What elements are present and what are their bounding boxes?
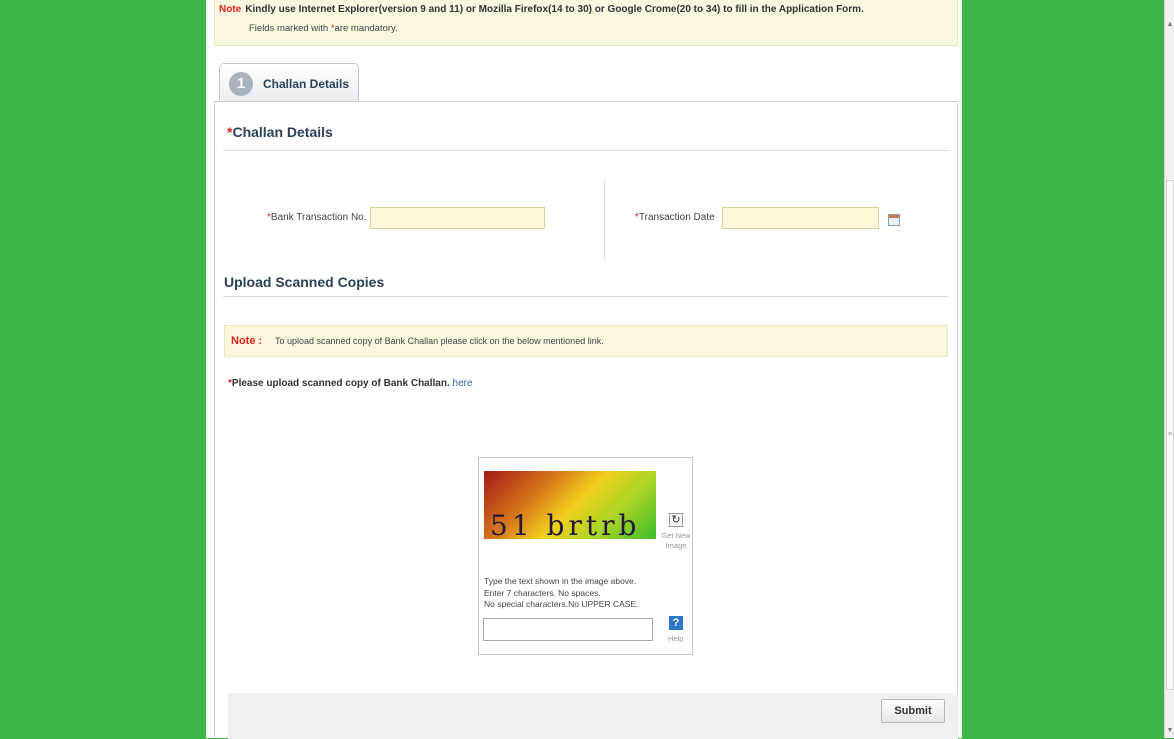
challan-section-title: *Challan Details [227, 124, 333, 140]
upload-note-label: Note : [231, 335, 263, 347]
upload-note-text: To upload scanned copy of Bank Challan p… [275, 336, 604, 346]
help-link[interactable]: Help [668, 634, 683, 643]
captcha-instruction-3: No special characters.No UPPER CASE. [484, 599, 639, 609]
help-icon[interactable]: ? [669, 616, 683, 630]
calendar-icon[interactable] [888, 214, 900, 226]
upload-note: Note : To upload scanned copy of Bank Ch… [224, 325, 948, 357]
captcha-instructions: Type the text shown in the image above. … [484, 576, 638, 611]
captcha-instruction-1: Type the text shown in the image above. [484, 576, 637, 586]
browser-note-text: Kindly use Internet Explorer(version 9 a… [245, 4, 864, 15]
mandatory-note-suffix: are mandatory. [334, 23, 398, 34]
upload-instruction-text: Please upload scanned copy of Bank Chall… [231, 378, 450, 389]
get-new-image-link[interactable]: Get New Image [660, 531, 692, 551]
challan-section-title-text: Challan Details [232, 124, 333, 140]
captcha-text: 51 brtrb [490, 509, 641, 542]
scroll-down-arrow-icon[interactable]: ▼ [1165, 726, 1174, 736]
refresh-icon[interactable]: ↻ [669, 513, 683, 527]
section-divider [223, 296, 949, 297]
tab-challan-details[interactable]: 1 Challan Details [219, 63, 359, 101]
browser-note: Note Kindly use Internet Explorer(version… [214, 0, 958, 46]
field-divider [604, 180, 605, 260]
form-panel: *Challan Details *Bank Transaction No. *… [214, 101, 958, 739]
upload-here-link[interactable]: here [453, 378, 473, 389]
transaction-date-label-text: Transaction Date [638, 212, 715, 223]
tab-step-number: 1 [229, 72, 253, 96]
captcha-input[interactable] [483, 618, 653, 641]
scroll-thumb[interactable]: ≡ [1166, 180, 1174, 690]
upload-instruction: *Please upload scanned copy of Bank Chal… [228, 378, 473, 389]
vertical-scrollbar[interactable]: ▲ ≡ ▼ [1164, 0, 1174, 738]
section-divider [223, 150, 949, 151]
submit-button[interactable]: Submit [881, 699, 945, 723]
scroll-up-arrow-icon[interactable]: ▲ [1165, 20, 1174, 30]
note-label: Note [219, 4, 242, 15]
upload-section-title: Upload Scanned Copies [224, 274, 385, 290]
mandatory-note: Fields marked with *are mandatory. [249, 23, 398, 34]
bank-transaction-label-text: Bank Transaction No. [270, 212, 367, 223]
transaction-date-label: *Transaction Date [635, 212, 715, 223]
mandatory-note-prefix: Fields marked with [249, 23, 331, 34]
form-footer [228, 693, 958, 739]
captcha-image: 51 brtrb [484, 471, 656, 542]
tab-label: Challan Details [263, 77, 350, 91]
application-form-page: Note Kindly use Internet Explorer(version… [206, 0, 962, 739]
captcha-box: 51 brtrb ↻ Get New Image Type the text s… [478, 457, 693, 655]
captcha-instruction-2: Enter 7 characters. No spaces. [484, 587, 601, 598]
browser-note-line: Note Kindly use Internet Explorer(version… [219, 4, 864, 15]
bank-transaction-input[interactable] [370, 207, 545, 229]
bank-transaction-label: *Bank Transaction No. [267, 212, 367, 223]
scroll-grip-icon: ≡ [1168, 431, 1173, 438]
transaction-date-input[interactable] [722, 207, 879, 229]
